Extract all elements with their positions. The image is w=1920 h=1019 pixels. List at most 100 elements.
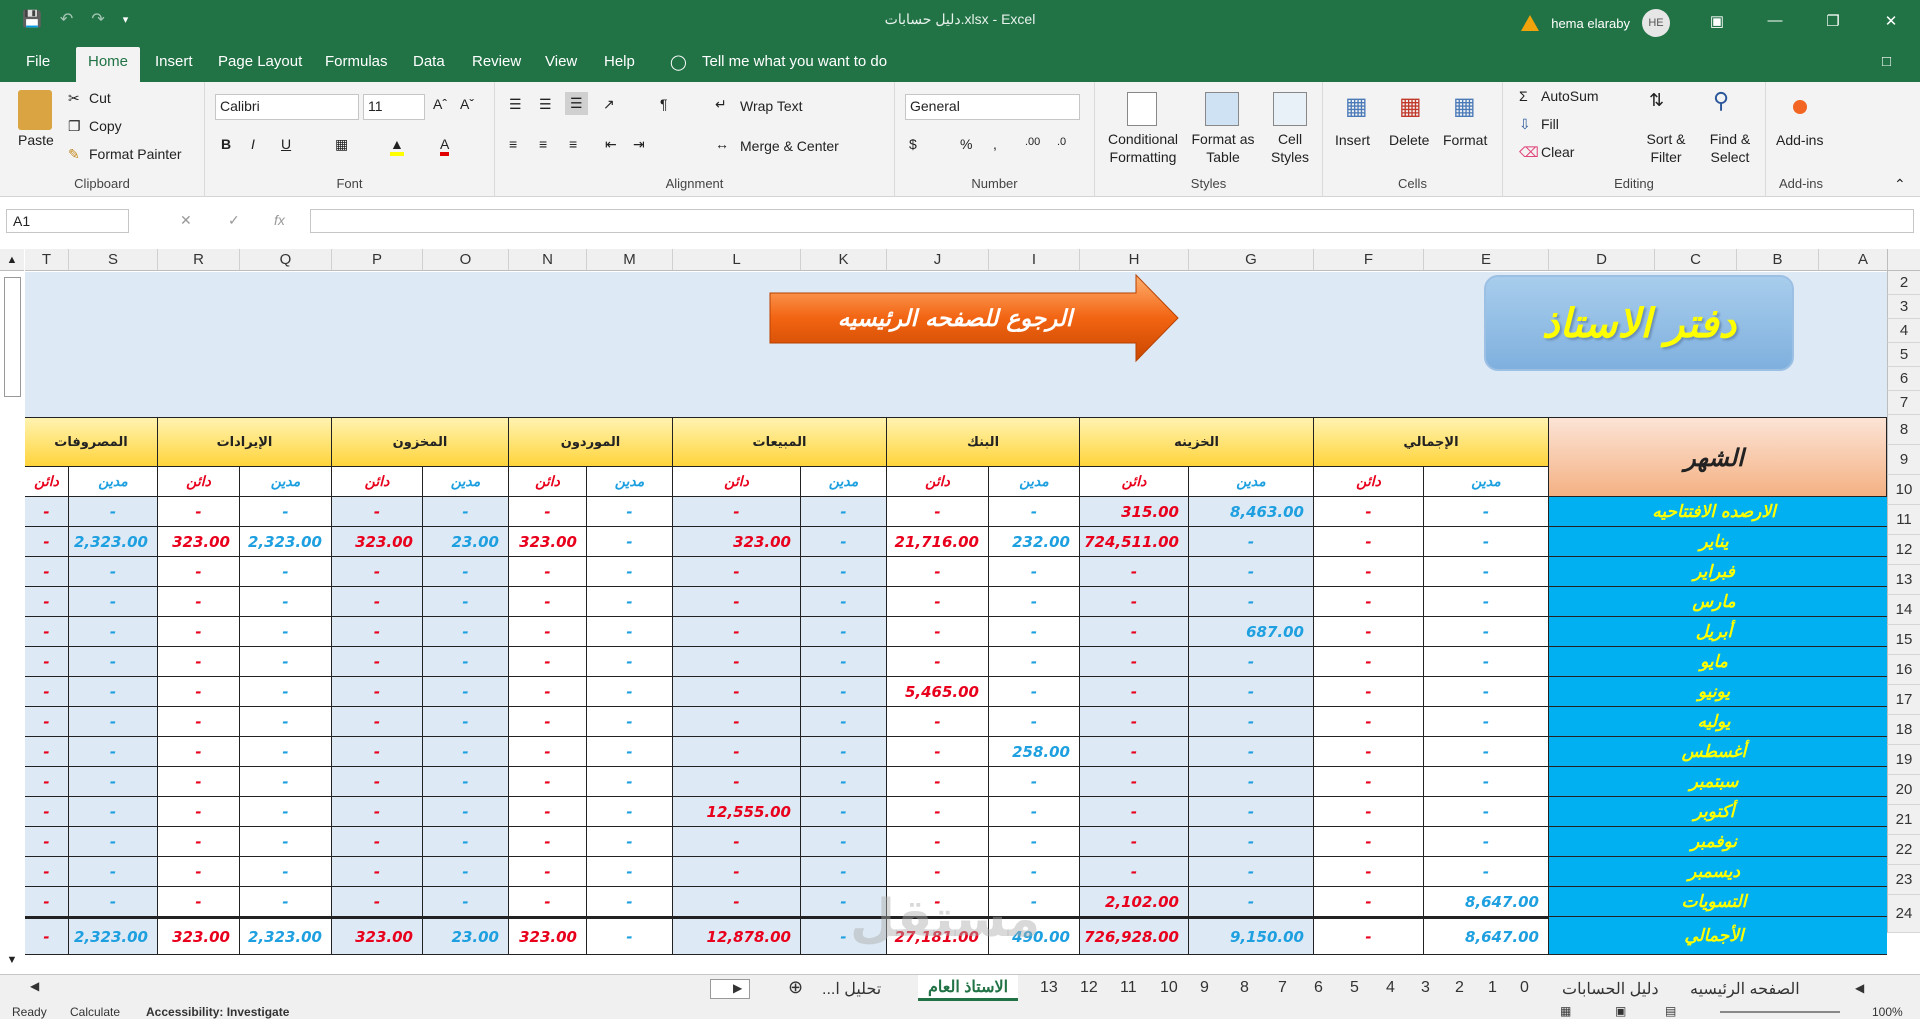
table-cell[interactable]: 9,150.00 [1189, 917, 1314, 955]
tab-view[interactable]: View [545, 53, 577, 70]
table-cell[interactable]: - [1424, 707, 1549, 737]
grow-font-icon[interactable]: Aˆ [433, 96, 447, 112]
sheet-tab[interactable]: 3 [1421, 979, 1430, 997]
table-cell[interactable]: 12,878.00 [673, 917, 801, 955]
table-cell[interactable]: - [673, 737, 801, 767]
table-cell[interactable]: 258.00 [989, 737, 1080, 767]
table-cell[interactable]: 323.00 [673, 527, 801, 557]
table-cell[interactable]: - [801, 617, 887, 647]
table-cell[interactable]: - [801, 677, 887, 707]
sheet-tab[interactable]: 4 [1386, 979, 1395, 997]
table-cell[interactable]: - [509, 737, 587, 767]
table-cell[interactable]: - [1424, 677, 1549, 707]
table-cell[interactable]: - [423, 707, 509, 737]
insert-function-icon[interactable]: fx [274, 212, 285, 228]
table-cell[interactable]: 2,323.00 [240, 917, 332, 955]
table-cell[interactable]: - [1424, 797, 1549, 827]
merge-center-button[interactable]: Merge & Center [740, 138, 839, 154]
table-cell[interactable]: - [989, 587, 1080, 617]
table-cell[interactable]: - [587, 557, 673, 587]
clear-button[interactable]: Clear [1541, 144, 1574, 160]
month-label[interactable]: يوليه [1541, 707, 1887, 737]
row-header-10[interactable]: 10 [1887, 475, 1920, 505]
table-cell[interactable]: - [332, 767, 423, 797]
sheet-tab[interactable]: 1 [1488, 979, 1497, 997]
table-cell[interactable]: - [1189, 797, 1314, 827]
table-cell[interactable]: - [1314, 557, 1424, 587]
table-cell[interactable]: - [673, 587, 801, 617]
zoom-level[interactable]: 100% [1872, 1005, 1903, 1019]
insert-cells-button[interactable]: Insert [1335, 132, 1370, 148]
fill-button[interactable]: Fill [1541, 116, 1559, 132]
table-cell[interactable]: - [332, 557, 423, 587]
table-cell[interactable]: - [25, 707, 69, 737]
table-cell[interactable]: - [423, 767, 509, 797]
table-cell[interactable]: - [1189, 767, 1314, 797]
table-cell[interactable]: - [1314, 827, 1424, 857]
table-cell[interactable]: - [423, 827, 509, 857]
table-cell[interactable]: - [801, 647, 887, 677]
table-cell[interactable]: - [240, 677, 332, 707]
align-bottom-icon[interactable]: ☰ [565, 92, 588, 115]
align-right-icon[interactable]: ≡ [569, 136, 577, 152]
table-cell[interactable]: - [332, 737, 423, 767]
align-center-icon[interactable]: ≡ [539, 136, 547, 152]
table-cell[interactable]: - [423, 587, 509, 617]
column-header-i[interactable]: I [989, 249, 1080, 271]
table-cell[interactable]: - [509, 647, 587, 677]
table-cell[interactable]: - [423, 647, 509, 677]
row-header-16[interactable]: 16 [1887, 655, 1920, 685]
table-cell[interactable]: 323.00 [332, 917, 423, 955]
table-cell[interactable]: - [240, 647, 332, 677]
table-cell[interactable]: 724,511.00 [1080, 527, 1189, 557]
page-layout-view-icon[interactable]: ▣ [1615, 1004, 1626, 1018]
column-header-g[interactable]: G [1189, 249, 1314, 271]
table-cell[interactable]: - [989, 857, 1080, 887]
table-cell[interactable]: - [69, 497, 158, 527]
accounting-format-icon[interactable]: $ [909, 136, 917, 152]
select-all-corner[interactable] [1887, 249, 1920, 271]
column-header-n[interactable]: N [509, 249, 587, 271]
table-cell[interactable]: - [1424, 827, 1549, 857]
tab-help[interactable]: Help [604, 53, 635, 70]
font-name-select[interactable]: Calibri [215, 94, 359, 120]
tab-formulas[interactable]: Formulas [325, 53, 388, 70]
shrink-font-icon[interactable]: Aˇ [460, 96, 474, 112]
table-cell[interactable]: - [1314, 707, 1424, 737]
row-header-3[interactable]: 3 [1887, 295, 1920, 319]
table-cell[interactable]: - [423, 617, 509, 647]
table-cell[interactable]: - [1080, 677, 1189, 707]
table-cell[interactable]: - [25, 857, 69, 887]
row-header-14[interactable]: 14 [1887, 595, 1920, 625]
table-cell[interactable]: - [332, 707, 423, 737]
column-header-r[interactable]: R [158, 249, 240, 271]
cut-button[interactable]: Cut [89, 90, 111, 106]
table-cell[interactable]: - [25, 827, 69, 857]
table-cell[interactable]: - [1314, 917, 1424, 955]
table-cell[interactable]: 323.00 [332, 527, 423, 557]
percent-icon[interactable]: % [960, 136, 972, 152]
table-cell[interactable]: - [423, 737, 509, 767]
table-cell[interactable]: - [25, 797, 69, 827]
row-header-24[interactable]: 24 [1887, 895, 1920, 933]
table-cell[interactable]: - [587, 677, 673, 707]
month-label[interactable]: ديسمبر [1541, 857, 1887, 887]
table-cell[interactable]: - [69, 647, 158, 677]
month-label[interactable]: أغسطس [1541, 737, 1887, 767]
table-cell[interactable]: - [587, 497, 673, 527]
table-cell[interactable]: - [25, 587, 69, 617]
format-cells-button[interactable]: Format [1443, 132, 1487, 148]
table-cell[interactable]: - [69, 557, 158, 587]
fill-color-icon[interactable]: ▲ [390, 136, 404, 156]
table-cell[interactable]: - [240, 797, 332, 827]
table-cell[interactable]: - [673, 767, 801, 797]
column-header-s[interactable]: S [69, 249, 158, 271]
table-cell[interactable]: - [673, 557, 801, 587]
table-cell[interactable]: - [423, 857, 509, 887]
table-cell[interactable]: - [1314, 617, 1424, 647]
table-cell[interactable]: - [240, 587, 332, 617]
month-label[interactable]: التسويات [1541, 887, 1887, 917]
table-cell[interactable]: - [1424, 767, 1549, 797]
table-cell[interactable]: 323.00 [509, 527, 587, 557]
table-cell[interactable]: - [673, 827, 801, 857]
